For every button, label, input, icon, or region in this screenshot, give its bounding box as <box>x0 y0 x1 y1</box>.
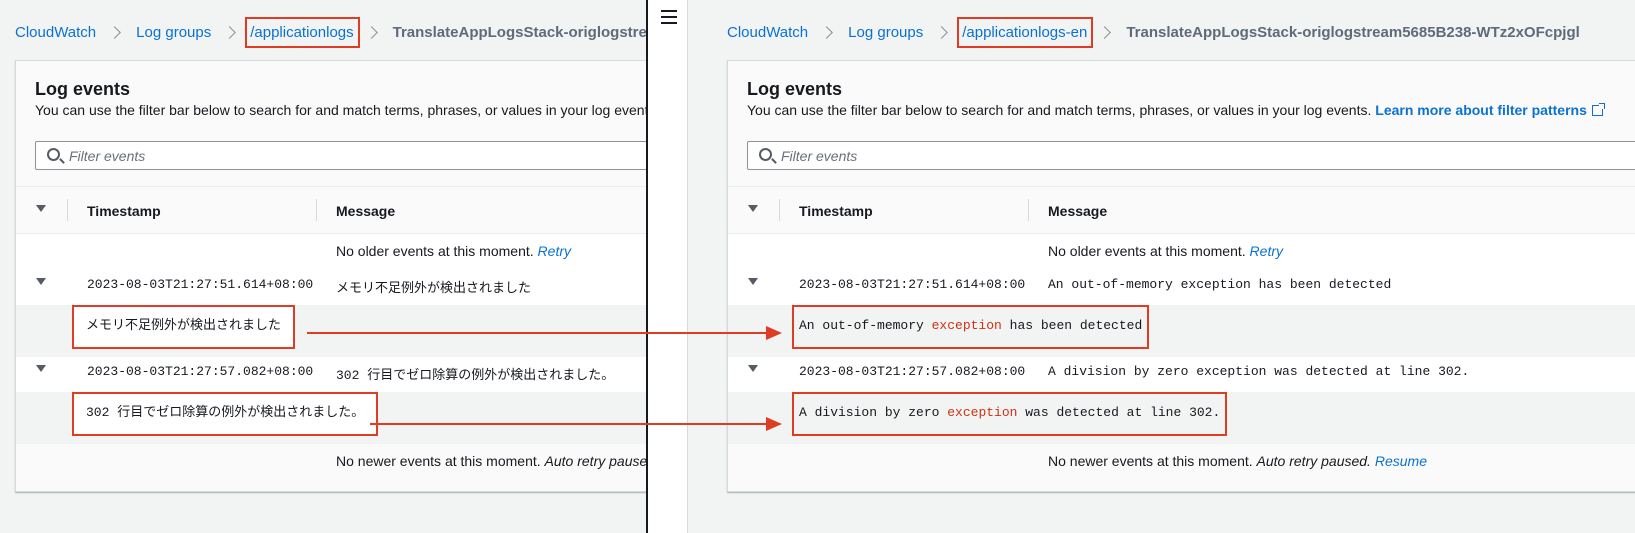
event-detail-row: An out-of-memory exception has been dete… <box>728 305 1635 357</box>
filter-events-input[interactable] <box>781 142 1635 169</box>
newer-events-text: No newer events at this moment. Auto ret… <box>336 453 648 469</box>
table-row[interactable]: 2023-08-03T21:27:57.082+08:00 302 行目でゼロ除… <box>16 357 648 392</box>
event-message: A division by zero exception was detecte… <box>1048 364 1470 379</box>
filter-bar <box>35 141 648 170</box>
newer-events-notice: No newer events at this moment. Auto ret… <box>16 444 648 480</box>
left-pane: CloudWatch Log groups /applicationlogs T… <box>0 0 648 533</box>
expand-all-caret-down-icon[interactable] <box>748 205 758 212</box>
column-divider <box>1028 199 1029 221</box>
panel-title: Log events <box>35 79 131 99</box>
column-divider <box>316 199 317 221</box>
older-events-notice: No older events at this moment. Retry <box>16 234 648 270</box>
event-detail-highlight: メモリ不足例外が検出されました <box>72 305 296 349</box>
detail-keyword: exception <box>931 318 1002 333</box>
breadcrumb: CloudWatch Log groups /applicationlogs T… <box>15 17 648 48</box>
column-header-message[interactable]: Message <box>336 203 395 219</box>
resume-link[interactable]: Resume <box>1375 453 1427 469</box>
event-detail-row: 302 行目でゼロ除算の例外が検出されました。 <box>16 392 648 444</box>
older-events-text: No older events at this moment. Retry <box>336 243 571 259</box>
breadcrumb-log-groups[interactable]: Log groups <box>136 24 211 41</box>
column-divider <box>67 199 68 221</box>
breadcrumb-cloudwatch[interactable]: CloudWatch <box>15 24 96 41</box>
external-link-icon <box>1591 103 1605 116</box>
older-events-label: No older events at this moment. <box>1048 243 1246 259</box>
newer-events-label: No newer events at this moment. <box>1048 453 1253 469</box>
caret-down-icon[interactable] <box>36 278 46 285</box>
right-pane: CloudWatch Log groups /applicationlogs-e… <box>688 0 1635 533</box>
breadcrumb-log-group[interactable]: /applicationlogs-en <box>957 17 1094 48</box>
column-header-timestamp[interactable]: Timestamp <box>799 203 873 219</box>
log-events-table: Timestamp Message No older events at thi… <box>16 186 648 480</box>
event-detail-row: A division by zero exception was detecte… <box>728 392 1635 444</box>
breadcrumb-log-group[interactable]: /applicationlogs <box>245 17 360 48</box>
chevron-right-icon <box>1098 26 1112 39</box>
breadcrumb: CloudWatch Log groups /applicationlogs-e… <box>727 17 1580 48</box>
chevron-right-icon <box>108 26 122 39</box>
event-message: An out-of-memory exception has been dete… <box>1048 277 1392 292</box>
event-detail-highlight: A division by zero exception was detecte… <box>792 392 1228 436</box>
learn-more-link[interactable]: Learn more about filter patterns <box>1375 102 1605 118</box>
chevron-right-icon <box>364 26 378 39</box>
older-events-label: No older events at this moment. <box>336 243 534 259</box>
breadcrumb-log-stream: TranslateAppLogsStack-origlogstream5685B… <box>1126 24 1580 41</box>
event-timestamp: 2023-08-03T21:27:51.614+08:00 <box>87 277 314 292</box>
log-events-panel: Log events You can use the filter bar be… <box>15 60 648 492</box>
breadcrumb-log-stream: TranslateAppLogsStack-origlogstream5685B… <box>392 24 648 41</box>
column-header-message[interactable]: Message <box>1048 203 1107 219</box>
detail-text: has been detected <box>1001 318 1143 333</box>
panel-description: You can use the filter bar below to sear… <box>747 102 1605 118</box>
caret-down-icon[interactable] <box>36 365 46 372</box>
log-events-table: Timestamp Message No older events at thi… <box>728 186 1635 480</box>
event-timestamp: 2023-08-03T21:27:51.614+08:00 <box>799 277 1026 292</box>
older-events-notice: No older events at this moment. Retry <box>728 234 1635 270</box>
event-message: 302 行目でゼロ除算の例外が検出されました。 <box>336 368 615 383</box>
panel-description: You can use the filter bar below to sear… <box>35 102 648 118</box>
caret-down-icon[interactable] <box>748 365 758 372</box>
filter-bar <box>747 141 1635 170</box>
table-header: Timestamp Message <box>728 186 1635 234</box>
split-divider <box>646 0 688 533</box>
expand-all-caret-down-icon[interactable] <box>36 205 46 212</box>
search-icon <box>47 148 60 161</box>
detail-keyword: exception <box>947 405 1018 420</box>
retry-link[interactable]: Retry <box>1250 243 1283 259</box>
menu-icon[interactable] <box>661 10 677 24</box>
table-row[interactable]: 2023-08-03T21:27:51.614+08:00 An out-of-… <box>728 270 1635 305</box>
retry-link[interactable]: Retry <box>538 243 571 259</box>
log-events-panel: Log events You can use the filter bar be… <box>727 60 1635 492</box>
event-detail-highlight: An out-of-memory exception has been dete… <box>792 305 1150 349</box>
event-message: メモリ不足例外が検出されました <box>336 281 532 296</box>
table-header: Timestamp Message <box>16 186 648 234</box>
event-timestamp: 2023-08-03T21:27:57.082+08:00 <box>799 364 1026 379</box>
breadcrumb-cloudwatch[interactable]: CloudWatch <box>727 24 808 41</box>
chevron-right-icon <box>935 26 949 39</box>
newer-events-notice: No newer events at this moment. Auto ret… <box>728 444 1635 480</box>
column-divider <box>779 199 780 221</box>
panel-description-text: You can use the filter bar below to sear… <box>747 102 1372 118</box>
chevron-right-icon <box>820 26 834 39</box>
learn-more-label: Learn more about filter patterns <box>1375 102 1587 118</box>
event-detail-highlight: 302 行目でゼロ除算の例外が検出されました。 <box>72 392 379 436</box>
filter-events-input[interactable] <box>69 142 648 169</box>
detail-text: was detected at line 302. <box>1017 405 1221 420</box>
caret-down-icon[interactable] <box>748 278 758 285</box>
breadcrumb-log-groups[interactable]: Log groups <box>848 24 923 41</box>
event-timestamp: 2023-08-03T21:27:57.082+08:00 <box>87 364 314 379</box>
search-icon <box>759 148 772 161</box>
detail-text: A division by zero <box>799 405 948 420</box>
chevron-right-icon <box>223 26 237 39</box>
auto-retry-status: Auto retry paused. <box>544 453 648 469</box>
event-detail-row: メモリ不足例外が検出されました <box>16 305 648 357</box>
panel-title: Log events <box>747 79 843 99</box>
table-row[interactable]: 2023-08-03T21:27:57.082+08:00 A division… <box>728 357 1635 392</box>
newer-events-label: No newer events at this moment. <box>336 453 541 469</box>
column-header-timestamp[interactable]: Timestamp <box>87 203 161 219</box>
detail-text: An out-of-memory <box>799 318 932 333</box>
older-events-text: No older events at this moment. Retry <box>1048 243 1283 259</box>
table-row[interactable]: 2023-08-03T21:27:51.614+08:00 メモリ不足例外が検出… <box>16 270 648 305</box>
auto-retry-status: Auto retry paused. <box>1256 453 1371 469</box>
newer-events-text: No newer events at this moment. Auto ret… <box>1048 453 1427 469</box>
